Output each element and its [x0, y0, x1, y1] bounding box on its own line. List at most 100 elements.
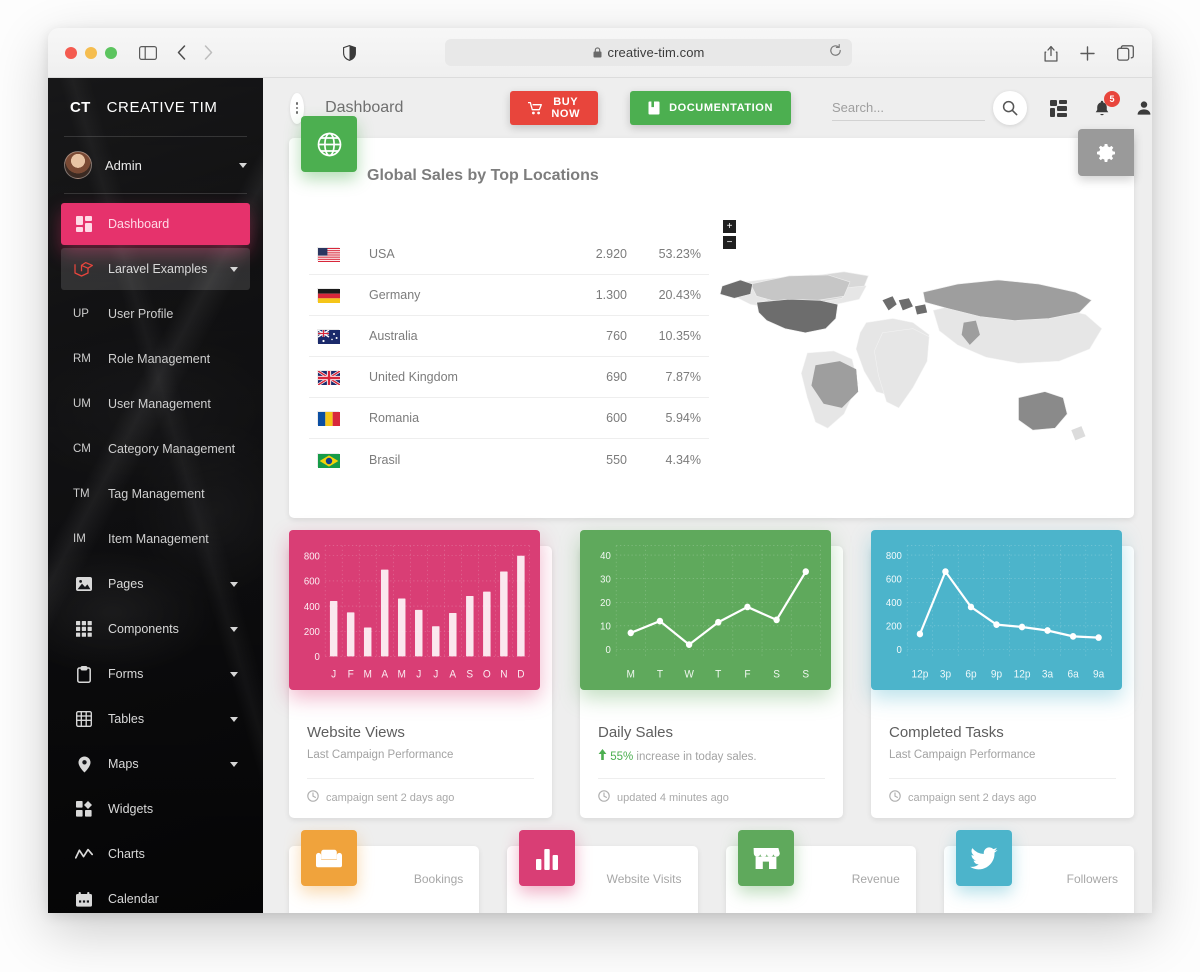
sidebar-item-user-profile[interactable]: UP User Profile: [61, 293, 250, 335]
person-icon[interactable]: [1136, 100, 1152, 116]
flag-icon-au: [317, 329, 340, 344]
svg-text:T: T: [715, 669, 722, 680]
chevron-left-icon[interactable]: [177, 45, 186, 60]
sidebar-item-item-management[interactable]: IM Item Management: [61, 518, 250, 560]
grid-icon: [73, 621, 95, 637]
sidebar-item-label: Dashboard: [108, 217, 170, 231]
book-icon: [648, 101, 660, 115]
plus-icon[interactable]: [1080, 45, 1095, 61]
search-input[interactable]: [832, 95, 985, 121]
sidebar-item-dashboard[interactable]: Dashboard: [61, 203, 250, 245]
notification-badge: 5: [1104, 90, 1120, 107]
page-scroll-area[interactable]: Global Sales by Top Locations USA 2.920 53…: [289, 116, 1134, 913]
chevron-down-icon: [230, 626, 238, 632]
sidebar-item-user-management[interactable]: UM User Management: [61, 383, 250, 425]
topbar: Dashboard BUY NOW DOCUMENTATION Search..…: [263, 78, 1152, 138]
chart-footer-text: campaign sent 2 days ago: [908, 791, 1037, 804]
sidebar-item-label: Category Management: [108, 442, 236, 456]
minimize-window-button[interactable]: [85, 46, 97, 59]
svg-text:S: S: [773, 669, 780, 680]
sidebar-item-initials: CM: [73, 443, 91, 455]
chevron-down-icon: [230, 761, 238, 767]
sidebar-item-label: Tag Management: [108, 487, 205, 501]
apps-grid-icon[interactable]: [1050, 99, 1068, 117]
stat-label: Website Visits: [606, 872, 682, 886]
documentation-button[interactable]: DOCUMENTATION: [630, 91, 791, 125]
chevron-down-icon: [230, 671, 238, 677]
chart-footer: campaign sent 2 days ago: [307, 778, 534, 805]
clipboard-icon: [73, 665, 95, 683]
svg-text:O: O: [483, 669, 491, 680]
svg-text:200: 200: [886, 621, 902, 632]
svg-text:A: A: [449, 669, 456, 680]
flag-icon-de: [317, 288, 340, 303]
chart-subtitle: 55% increase in today sales.: [598, 749, 825, 763]
sidebar-item-category-management[interactable]: CM Category Management: [61, 428, 250, 470]
svg-text:800: 800: [886, 551, 902, 562]
svg-text:0: 0: [315, 652, 321, 663]
country-value: 690: [606, 370, 627, 384]
sidebar-item-tag-management[interactable]: TM Tag Management: [61, 473, 250, 515]
sidebar-item-forms[interactable]: Forms: [61, 653, 250, 695]
chart-title: Daily Sales: [598, 724, 674, 741]
brand-name: CREATIVE TIM: [106, 98, 218, 116]
svg-text:M: M: [398, 669, 406, 680]
shield-icon[interactable]: [343, 44, 356, 61]
sidebar-user-row[interactable]: Admin: [48, 137, 263, 193]
chevron-down-icon: [230, 581, 238, 587]
map-region-romania: [914, 304, 928, 315]
buy-now-button[interactable]: BUY NOW: [510, 91, 599, 125]
sidebar-item-tables[interactable]: Tables: [61, 698, 250, 740]
country-name: Romania: [369, 411, 420, 425]
chart-card-row: 0 200 400 600 800 J F M A M J J A S O N D Website Views La…: [289, 530, 1134, 818]
sidebar-item-role-management[interactable]: RM Role Management: [61, 338, 250, 380]
sidebar-item-components[interactable]: Components: [61, 608, 250, 650]
sidebar-item-label: Maps: [108, 757, 139, 771]
sidebar-item-label: User Profile: [108, 307, 174, 321]
close-window-button[interactable]: [65, 46, 77, 59]
bar-icon: [519, 830, 576, 886]
browser-titlebar: creative-tim.com: [48, 28, 1152, 78]
stat-label: Revenue: [851, 872, 900, 886]
sidebar-item-calendar[interactable]: Calendar: [61, 878, 250, 913]
reload-icon[interactable]: [829, 43, 842, 62]
search-icon[interactable]: [993, 91, 1027, 125]
sidebar-item-maps[interactable]: Maps: [61, 743, 250, 785]
share-icon[interactable]: [1044, 45, 1058, 62]
bell-icon[interactable]: 5: [1094, 90, 1120, 117]
stat-label: Followers: [1066, 872, 1118, 886]
brand[interactable]: CT CREATIVE TIM: [48, 78, 263, 136]
gear-icon[interactable]: [1078, 129, 1134, 176]
sidebar-user-name: Admin: [105, 157, 142, 173]
sidebar-item-initials: IM: [73, 533, 86, 545]
chart-subtitle: Last Campaign Performance: [307, 749, 454, 761]
svg-text:A: A: [381, 669, 388, 680]
calendar-icon: [73, 891, 95, 907]
address-text: creative-tim.com: [607, 45, 705, 60]
search-area: [832, 91, 1027, 125]
svg-text:3a: 3a: [1042, 669, 1053, 680]
maximize-window-button[interactable]: [105, 46, 117, 59]
map-region-uk: [882, 296, 897, 311]
svg-text:400: 400: [886, 598, 902, 609]
table-row: Germany 1.300 20.43%: [309, 275, 709, 316]
sidebar-item-widgets[interactable]: Widgets: [61, 788, 250, 830]
chevron-right-icon[interactable]: [204, 45, 213, 60]
sidebar-toggle-icon[interactable]: [139, 45, 157, 60]
brand-logo: CT: [70, 98, 91, 116]
map-zoom-out-button[interactable]: −: [723, 236, 736, 249]
country-name: USA: [369, 247, 395, 261]
address-bar[interactable]: creative-tim.com: [445, 39, 852, 66]
sidebar-item-laravel-examples[interactable]: Laravel Examples: [61, 248, 250, 290]
sidebar-item-pages[interactable]: Pages: [61, 563, 250, 605]
svg-text:W: W: [684, 669, 694, 680]
svg-text:200: 200: [304, 627, 320, 638]
sidebar-item-charts[interactable]: Charts: [61, 833, 250, 875]
world-map[interactable]: + −: [714, 200, 1120, 500]
stat-card-bookings: Bookings: [289, 830, 480, 913]
svg-text:0: 0: [897, 645, 903, 656]
map-zoom-in-button[interactable]: +: [723, 220, 736, 233]
sidebar-item-label: User Management: [108, 397, 211, 411]
country-name: Germany: [369, 288, 421, 302]
tab-overview-icon[interactable]: [1117, 45, 1134, 61]
